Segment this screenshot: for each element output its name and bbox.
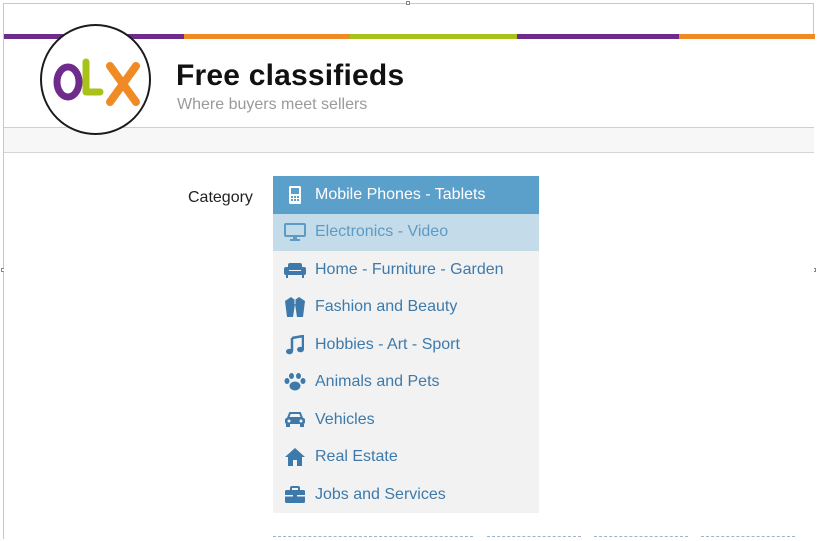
form-field-outline [701, 536, 795, 541]
category-item-hobbies[interactable]: Hobbies - Art - Sport [273, 326, 539, 364]
form-field-outline [594, 536, 688, 541]
olx-logo-mark [53, 58, 140, 106]
briefcase-icon [284, 484, 306, 506]
jacket-icon [284, 296, 306, 318]
car-icon [284, 409, 306, 431]
category-label-text: Fashion and Beauty [315, 298, 458, 316]
category-label-text: Mobile Phones - Tablets [315, 185, 486, 203]
form-field-outline [487, 536, 581, 541]
site-tagline: Where buyers meet sellers [177, 96, 368, 113]
category-label-text: Vehicles [315, 410, 375, 428]
page: Free classifieds Where buyers meet selle… [0, 0, 817, 541]
category-item-fashion[interactable]: Fashion and Beauty [273, 289, 539, 327]
category-label-text: Jobs and Services [315, 485, 446, 503]
house-icon [284, 446, 306, 468]
category-list: Mobile Phones - Tablets Electronics - Vi… [273, 176, 539, 513]
category-label-text: Home - Furniture - Garden [315, 260, 504, 278]
category-item-animals[interactable]: Animals and Pets [273, 364, 539, 402]
category-item-electronics[interactable]: Electronics - Video [273, 213, 539, 251]
category-label: Category [188, 189, 253, 206]
sofa-icon [284, 259, 306, 281]
category-label-text: Real Estate [315, 448, 398, 466]
category-label-text: Hobbies - Art - Sport [315, 335, 460, 353]
paw-icon [284, 371, 306, 393]
resize-handle-top[interactable] [406, 1, 410, 5]
site-title: Free classifieds [176, 59, 405, 92]
monitor-icon [284, 221, 306, 243]
category-item-jobs[interactable]: Jobs and Services [273, 476, 539, 514]
form-field-outline [273, 536, 473, 541]
category-item-real-estate[interactable]: Real Estate [273, 439, 539, 477]
category-label-text: Electronics - Video [315, 223, 449, 241]
category-label-text: Animals and Pets [315, 373, 440, 391]
category-item-home-furniture[interactable]: Home - Furniture - Garden [273, 251, 539, 289]
olx-logo[interactable] [40, 24, 151, 135]
category-item-vehicles[interactable]: Vehicles [273, 401, 539, 439]
category-item-mobile-phones[interactable]: Mobile Phones - Tablets [273, 176, 539, 214]
phone-icon [284, 184, 306, 206]
music-note-icon [284, 334, 306, 356]
